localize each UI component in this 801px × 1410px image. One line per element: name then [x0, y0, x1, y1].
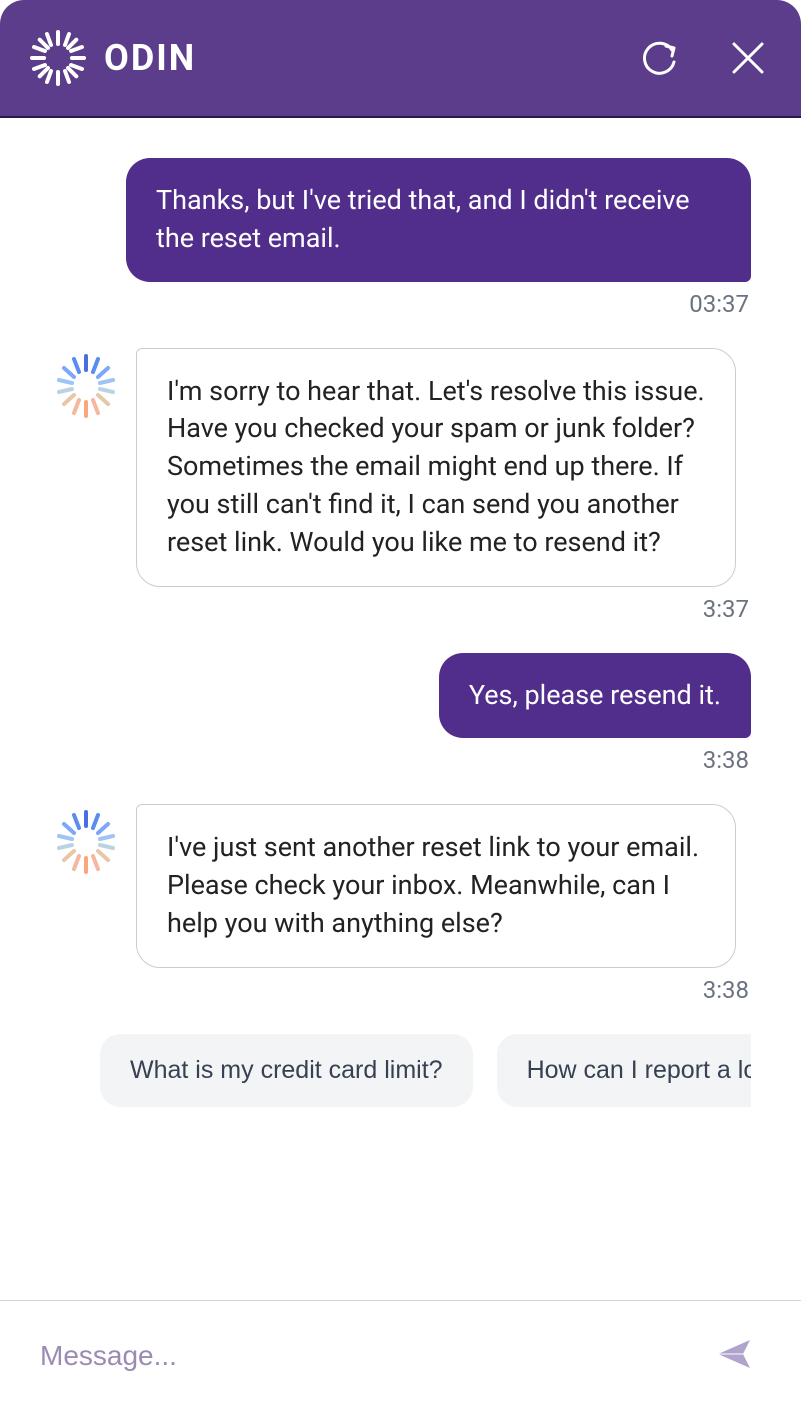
message-row: I'm sorry to hear that. Let's resolve th…: [50, 348, 751, 587]
brand-name: ODIN: [104, 37, 196, 79]
header-left: ODIN: [30, 30, 196, 86]
chat-header: ODIN: [0, 0, 801, 118]
message-row: Yes, please resend it.: [50, 653, 751, 739]
message-timestamp: 3:37: [50, 595, 751, 623]
user-message-bubble: Yes, please resend it.: [439, 653, 751, 739]
suggestions-row[interactable]: What is my credit card limit? How can I …: [50, 1034, 751, 1107]
message-row: I've just sent another reset link to you…: [50, 804, 751, 967]
message-input[interactable]: [40, 1340, 707, 1372]
suggestion-chip[interactable]: What is my credit card limit?: [100, 1034, 473, 1107]
message-timestamp: 3:38: [50, 746, 751, 774]
bot-avatar-icon: [50, 806, 122, 878]
suggestion-chip[interactable]: How can I report a lost or stol: [497, 1034, 751, 1107]
bot-avatar-icon: [50, 350, 122, 422]
odin-logo-icon: [30, 30, 86, 86]
message-row: Thanks, but I've tried that, and I didn'…: [50, 158, 751, 282]
close-button[interactable]: [725, 35, 771, 81]
refresh-icon: [640, 38, 680, 78]
header-right: [635, 33, 771, 83]
send-icon: [715, 1335, 753, 1373]
chat-body[interactable]: Thanks, but I've tried that, and I didn'…: [0, 118, 801, 1158]
message-timestamp: 03:37: [50, 290, 751, 318]
user-message-bubble: Thanks, but I've tried that, and I didn'…: [126, 158, 751, 282]
bot-message-bubble: I'm sorry to hear that. Let's resolve th…: [136, 348, 736, 587]
close-icon: [730, 40, 766, 76]
composer: [0, 1300, 801, 1410]
refresh-button[interactable]: [635, 33, 685, 83]
send-button[interactable]: [707, 1327, 761, 1384]
bot-message-bubble: I've just sent another reset link to you…: [136, 804, 736, 967]
message-timestamp: 3:38: [50, 976, 751, 1004]
